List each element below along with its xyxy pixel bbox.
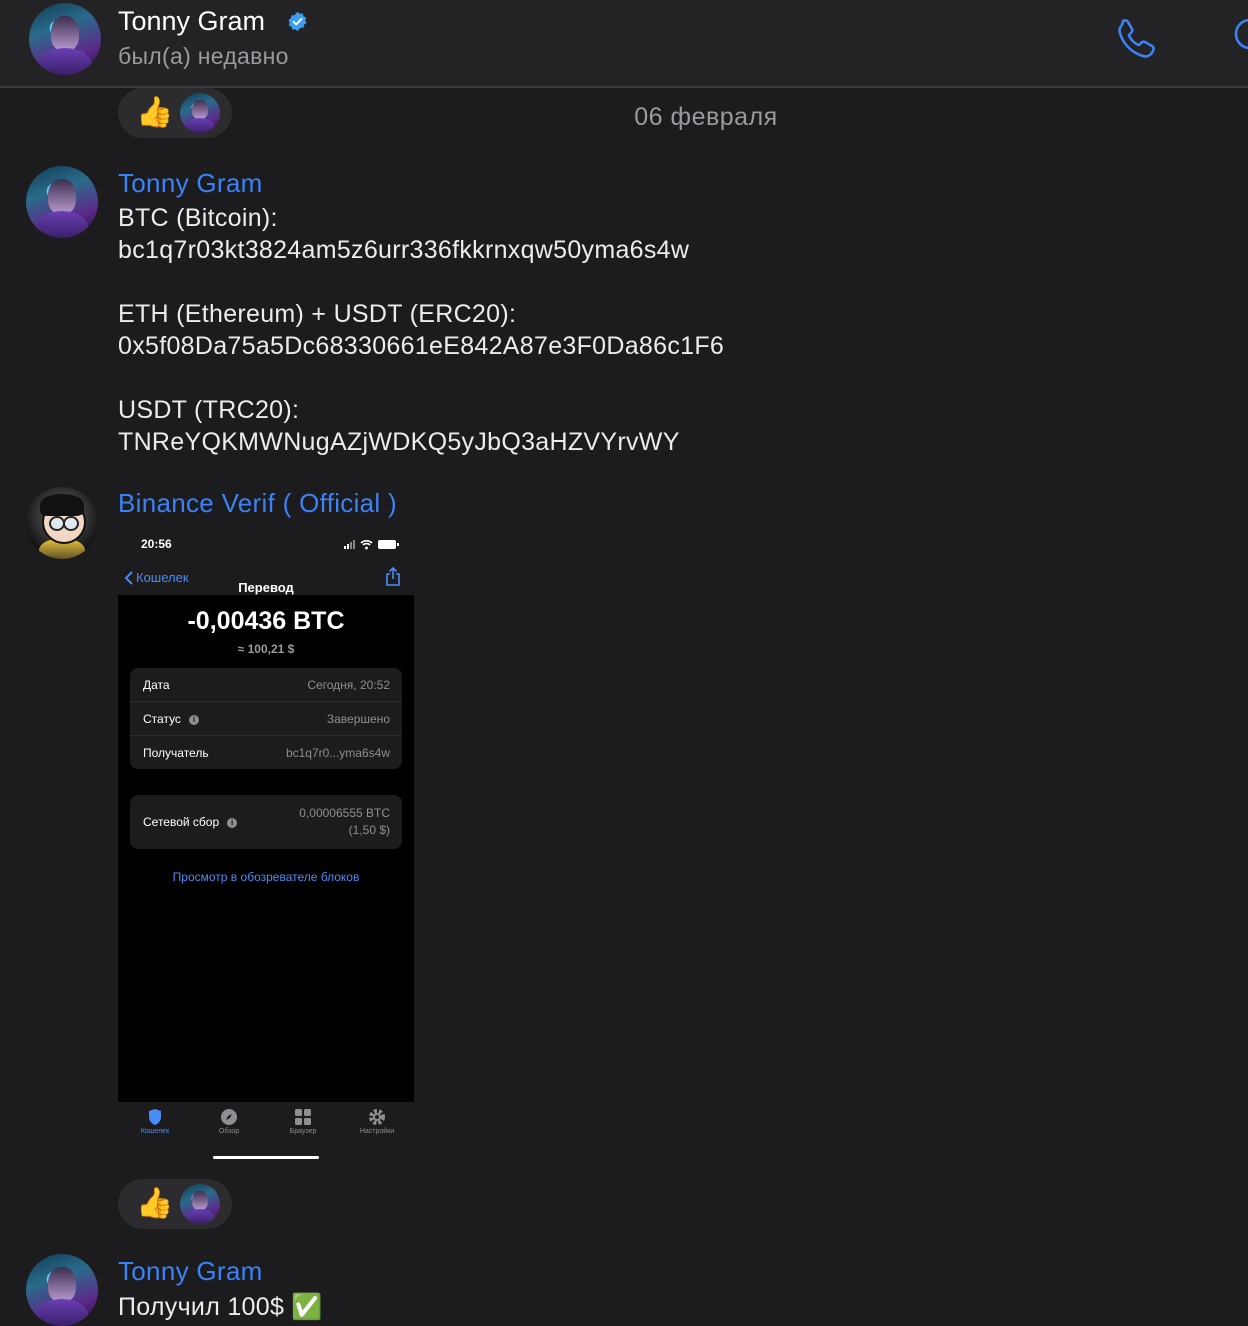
trc20-address: TNReYQKMWNugAZjWDKQ5yJbQ3aHZVYrvWY: [118, 428, 680, 456]
tab-browser: Браузер: [266, 1108, 340, 1135]
fee-key: Сетевой сбор: [143, 815, 220, 829]
sender-avatar[interactable]: [26, 1254, 98, 1326]
video-call-icon[interactable]: [1228, 16, 1248, 52]
shield-icon: [149, 1109, 161, 1125]
phone-tab-bar: Кошелек Обзор Браузер Настройки: [118, 1102, 414, 1165]
gear-icon: [369, 1109, 385, 1125]
message-text-line: BTC (Bitcoin):: [118, 204, 278, 232]
block-explorer-link: Просмотр в обозревателе блоков: [172, 870, 360, 884]
reactor-avatar: [180, 1184, 220, 1224]
photo-attachment[interactable]: 20:56 Кошелек Перевод -0,00436 BTC ≈ 100…: [118, 527, 414, 1165]
contact-avatar[interactable]: [29, 3, 101, 75]
home-indicator: [213, 1156, 319, 1159]
avatar-hair: [40, 494, 84, 516]
contact-status: был(а) недавно: [118, 43, 289, 69]
btc-address: bc1q7r03kt3824am5z6urr336fkkrnxqw50yma6s…: [118, 236, 690, 264]
date-separator: 06 февраля: [634, 103, 778, 131]
message-text-line: USDT (TRC20):: [118, 396, 300, 424]
tab-settings: Настройки: [340, 1108, 414, 1135]
detail-key-wrap: Статус i: [143, 712, 199, 726]
contact-name[interactable]: Tonny Gram: [118, 6, 265, 37]
phone-call-icon[interactable]: [1114, 16, 1160, 62]
detail-key: Статус: [143, 712, 181, 726]
sender-avatar[interactable]: [26, 487, 98, 559]
reactor-avatar: [180, 93, 220, 133]
tab-label: Кошелек: [140, 1128, 170, 1135]
fee-value: 0,00006555 BTC: [299, 806, 390, 820]
detail-key: Дата: [143, 678, 170, 692]
fee-fiat: (1,50 $): [348, 823, 390, 837]
fee-key-wrap: Сетевой сбор i: [143, 815, 238, 829]
share-icon: [386, 567, 400, 586]
detail-value: bc1q7r0...yma6s4w: [285, 746, 390, 760]
sender-name[interactable]: Binance Verif ( Official ): [118, 488, 397, 519]
sender-name[interactable]: Tonny Gram: [118, 1256, 263, 1287]
signal-wifi-battery-icon: [344, 540, 399, 550]
info-icon: i: [188, 715, 199, 725]
details-card: Дата Сегодня, 20:52 Статус i Завершено По…: [130, 668, 402, 769]
chat-header: Tonny Gram был(а) недавно: [0, 0, 1248, 88]
sender-avatar[interactable]: [26, 166, 98, 238]
verified-badge-icon: [288, 11, 307, 32]
compass-icon: [221, 1109, 237, 1125]
detail-value: Сегодня, 20:52: [307, 678, 390, 692]
detail-row: Дата Сегодня, 20:52: [130, 668, 402, 701]
thumbs-up-icon: 👍: [136, 96, 174, 129]
detail-value: Завершено: [326, 712, 390, 726]
grid-icon: [295, 1109, 311, 1125]
message-text-line: ETH (Ethereum) + USDT (ERC20):: [118, 300, 517, 328]
tab-overview: Обзор: [192, 1108, 266, 1135]
reaction-pill[interactable]: 👍: [118, 88, 232, 138]
tab-label: Браузер: [289, 1128, 317, 1135]
detail-row: Статус i Завершено: [130, 701, 402, 735]
sender-name[interactable]: Tonny Gram: [118, 168, 263, 199]
fee-card: Сетевой сбор i 0,00006555 BTC (1,50 $): [130, 795, 402, 849]
tab-label: Обзор: [218, 1128, 240, 1135]
tab-wallet: Кошелек: [118, 1108, 192, 1135]
phone-clock: 20:56: [141, 537, 172, 551]
tab-label: Настройки: [359, 1128, 395, 1135]
screen-title: Перевод: [238, 580, 294, 595]
detail-row: Получатель bc1q7r0...yma6s4w: [130, 735, 402, 769]
fiat-amount: ≈ 100,21 $: [237, 642, 295, 656]
info-icon: i: [227, 818, 238, 828]
transfer-amount: -0,00436 BTC: [187, 607, 345, 635]
reaction-pill[interactable]: 👍: [118, 1179, 232, 1229]
detail-key: Получатель: [143, 746, 209, 760]
thumbs-up-icon: 👍: [136, 1187, 174, 1220]
eth-address: 0x5f08Da75a5Dc68330661eE842A87e3F0Da86c1…: [118, 332, 725, 360]
